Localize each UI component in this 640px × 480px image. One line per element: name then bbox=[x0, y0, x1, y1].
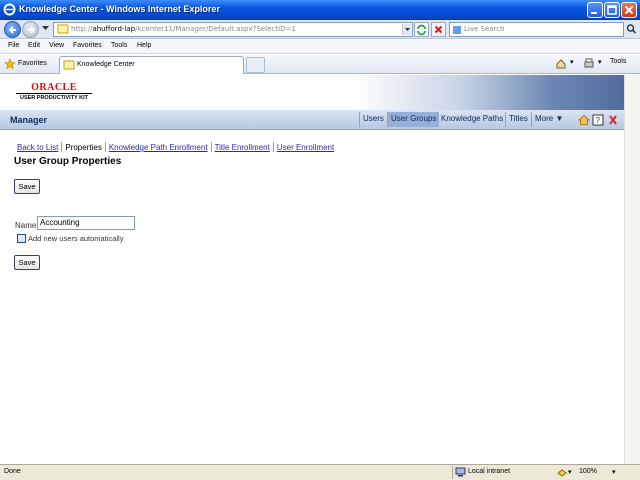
zone-label: Local intranet bbox=[468, 468, 511, 475]
forward-arrow-icon bbox=[28, 26, 36, 34]
page-icon bbox=[57, 24, 69, 34]
status-bar: Done Local intranet ▾ 100% ▾ bbox=[0, 464, 640, 480]
name-label: Name bbox=[15, 221, 37, 230]
logout-icon[interactable] bbox=[607, 114, 619, 126]
manager-bar: Manager Users User Groups Knowledge Path… bbox=[0, 110, 640, 130]
add-new-users-label: Add new users automatically bbox=[28, 234, 124, 243]
chevron-down-icon: ▼ bbox=[555, 114, 564, 123]
menu-file[interactable]: File bbox=[8, 42, 19, 49]
divider bbox=[61, 142, 63, 152]
favorites-button[interactable]: Favorites bbox=[2, 57, 52, 72]
save-button-top[interactable]: Save bbox=[14, 179, 40, 194]
protected-mode-icon[interactable] bbox=[556, 468, 568, 478]
tools-menu-button[interactable]: Tools bbox=[610, 58, 626, 65]
page-title: User Group Properties bbox=[14, 156, 122, 167]
menu-view[interactable]: View bbox=[49, 42, 64, 49]
maximize-button[interactable] bbox=[604, 2, 620, 18]
refresh-button[interactable] bbox=[414, 22, 429, 37]
home-icon[interactable] bbox=[578, 114, 590, 126]
back-arrow-icon bbox=[8, 26, 16, 34]
live-search-icon bbox=[453, 26, 461, 34]
star-icon bbox=[4, 58, 16, 70]
search-input[interactable]: Live Search bbox=[449, 22, 624, 37]
recent-pages-dropdown-icon[interactable] bbox=[42, 26, 49, 31]
home-icon[interactable] bbox=[555, 58, 567, 70]
stop-button[interactable] bbox=[431, 22, 446, 37]
address-dropdown-button[interactable] bbox=[402, 24, 411, 35]
menu-bar: File Edit View Favorites Tools Help bbox=[0, 40, 640, 54]
nav-users[interactable]: Users bbox=[359, 112, 387, 127]
header-banner: ORACLE USER PRODUCTIVITY KIT bbox=[0, 75, 640, 110]
knowledge-path-enrollment-link[interactable]: Knowledge Path Enrollment bbox=[109, 143, 208, 152]
manager-title: Manager bbox=[10, 115, 48, 125]
tab-label: Knowledge Center bbox=[77, 61, 135, 68]
stop-icon bbox=[434, 25, 443, 34]
divider bbox=[210, 142, 212, 152]
title-enrollment-link[interactable]: Title Enrollment bbox=[215, 143, 270, 152]
forward-button[interactable] bbox=[22, 21, 39, 38]
zoom-dropdown-icon[interactable]: ▾ bbox=[612, 468, 616, 476]
nav-knowledge-paths[interactable]: Knowledge Paths bbox=[437, 112, 506, 127]
security-zone[interactable]: Local intranet bbox=[452, 466, 547, 479]
search-placeholder: Live Search bbox=[464, 25, 505, 33]
add-new-users-checkbox[interactable] bbox=[17, 234, 26, 243]
nav-more[interactable]: More ▼ bbox=[531, 112, 566, 127]
logo-brand: ORACLE bbox=[31, 82, 77, 93]
divider bbox=[272, 142, 274, 152]
divider bbox=[104, 142, 106, 152]
window-title-bar[interactable]: Knowledge Center - Windows Internet Expl… bbox=[0, 0, 640, 20]
svg-text:?: ? bbox=[596, 116, 601, 125]
zoom-level[interactable]: 100% bbox=[579, 468, 597, 475]
print-icon[interactable] bbox=[583, 58, 595, 70]
maximize-icon bbox=[607, 5, 617, 15]
menu-tools[interactable]: Tools bbox=[111, 42, 127, 49]
new-tab-button[interactable] bbox=[246, 57, 265, 73]
home-dropdown-icon[interactable]: ▾ bbox=[570, 58, 574, 66]
save-button-bottom[interactable]: Save bbox=[14, 255, 40, 270]
refresh-icon bbox=[417, 24, 426, 36]
nav-user-groups[interactable]: User Groups bbox=[387, 112, 440, 127]
protected-mode-dropdown-icon[interactable]: ▾ bbox=[568, 468, 572, 476]
logo-product: USER PRODUCTIVITY KIT bbox=[16, 93, 92, 101]
address-field[interactable]: http://ahufford-lap/kcenter11/Manager/De… bbox=[53, 22, 413, 37]
page-icon bbox=[63, 60, 75, 70]
vertical-scrollbar[interactable] bbox=[624, 75, 640, 464]
sub-navigation: Back to List Properties Knowledge Path Enr… bbox=[17, 142, 334, 152]
close-button[interactable] bbox=[621, 2, 637, 18]
name-field[interactable]: Accounting bbox=[37, 216, 135, 230]
menu-help[interactable]: Help bbox=[137, 42, 151, 49]
close-icon bbox=[624, 5, 634, 15]
print-dropdown-icon[interactable]: ▾ bbox=[598, 58, 602, 66]
status-text: Done bbox=[4, 468, 21, 475]
page-content: ORACLE USER PRODUCTIVITY KIT Manager Use… bbox=[0, 75, 640, 464]
intranet-icon bbox=[455, 467, 466, 477]
address-toolbar: http://ahufford-lap/kcenter11/Manager/De… bbox=[0, 20, 640, 39]
back-to-list-link[interactable]: Back to List bbox=[17, 143, 58, 152]
help-icon[interactable]: ? bbox=[592, 114, 604, 126]
internet-explorer-icon bbox=[3, 3, 16, 16]
favorites-label: Favorites bbox=[18, 60, 47, 67]
back-button[interactable] bbox=[4, 21, 21, 38]
oracle-upk-logo: ORACLE USER PRODUCTIVITY KIT bbox=[16, 82, 92, 101]
nav-more-label: More bbox=[535, 114, 554, 123]
url-text: http://ahufford-lap/kcenter11/Manager/De… bbox=[71, 25, 296, 33]
favorites-bar: Favorites Knowledge Center ▾ ▾ Tools bbox=[0, 55, 640, 74]
window-title: Knowledge Center - Windows Internet Expl… bbox=[19, 4, 220, 14]
properties-tab: Properties bbox=[65, 143, 102, 152]
chevron-down-icon bbox=[405, 28, 410, 31]
menu-edit[interactable]: Edit bbox=[28, 42, 40, 49]
minimize-icon bbox=[591, 12, 597, 14]
user-enrollment-link[interactable]: User Enrollment bbox=[277, 143, 334, 152]
tab-knowledge-center[interactable]: Knowledge Center bbox=[59, 56, 244, 74]
search-icon[interactable] bbox=[625, 22, 638, 37]
menu-favorites[interactable]: Favorites bbox=[73, 42, 102, 49]
nav-titles[interactable]: Titles bbox=[505, 112, 531, 127]
minimize-button[interactable] bbox=[587, 2, 603, 18]
